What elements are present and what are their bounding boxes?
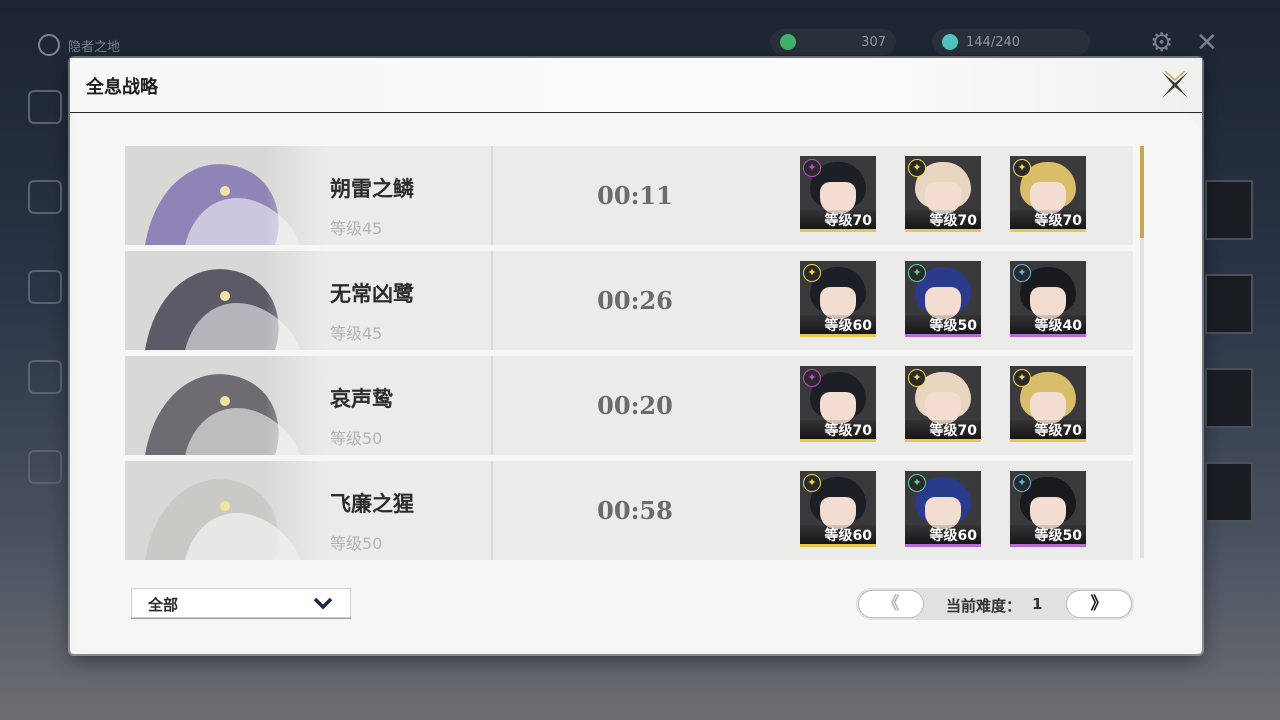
- background-slot: [1205, 462, 1253, 522]
- spectro-element-icon: ✦: [908, 159, 926, 177]
- rarity-bar: [905, 229, 981, 232]
- side-icon: [28, 180, 62, 214]
- boss-name: 哀声鸷: [330, 387, 393, 411]
- aero-element-icon: ✦: [908, 474, 926, 492]
- background-slot: [1205, 274, 1253, 334]
- side-icon: [28, 360, 62, 394]
- difficulty-pager: 《 当前难度： 1 》: [856, 588, 1134, 620]
- clear-time: 00:58: [597, 496, 673, 525]
- aero-element-icon: ✦: [908, 264, 926, 282]
- boss-portrait: [125, 251, 325, 350]
- stamina-resource: 144/240: [932, 29, 1090, 55]
- coin-resource: 307: [770, 29, 896, 55]
- boss-level: 等级50: [330, 429, 383, 448]
- rarity-bar: [800, 334, 876, 337]
- row-divider: [491, 251, 493, 350]
- region-icon: [38, 34, 60, 56]
- rarity-bar: [800, 439, 876, 442]
- background-side-icons: [28, 90, 68, 540]
- filter-dropdown[interactable]: 全部: [131, 588, 351, 618]
- filter-selected-label: 全部: [148, 596, 179, 614]
- team-character-card[interactable]: ✦ 等级70: [905, 156, 981, 232]
- close-x-icon[interactable]: [1156, 66, 1194, 104]
- rarity-bar: [905, 544, 981, 547]
- side-icon: [28, 270, 62, 304]
- spectro-element-icon: ✦: [803, 264, 821, 282]
- glacio-element-icon: ✦: [1013, 474, 1031, 492]
- background-slot: [1205, 180, 1253, 240]
- team-character-card[interactable]: ✦ 等级60: [800, 471, 876, 547]
- background-close-icon: ✕: [1196, 28, 1218, 58]
- boss-name: 无常凶鹭: [330, 282, 414, 306]
- settings-icon: ⚙: [1150, 28, 1174, 58]
- boss-name: 飞廉之猩: [330, 492, 414, 516]
- boss-level: 等级50: [330, 534, 383, 553]
- row-divider: [491, 146, 493, 245]
- difficulty-label: 当前难度：: [946, 597, 1022, 615]
- spectro-element-icon: ✦: [908, 369, 926, 387]
- clear-time: 00:26: [597, 286, 673, 315]
- boss-record-row[interactable]: 飞廉之猩等级50 00:58 ✦ 等级60 ✦ 等级60 ✦ 等级50: [125, 461, 1133, 560]
- chevron-down-icon: [312, 593, 334, 613]
- team-character-card[interactable]: ✦ 等级40: [1010, 261, 1086, 337]
- boss-portrait: [125, 146, 325, 245]
- electro-element-icon: ✦: [803, 369, 821, 387]
- clear-time: 00:11: [597, 181, 673, 210]
- coin-value: 307: [861, 34, 886, 50]
- rarity-bar: [1010, 439, 1086, 442]
- rarity-bar: [800, 544, 876, 547]
- prev-difficulty-button[interactable]: 《: [858, 590, 924, 618]
- side-icon: [28, 90, 62, 124]
- team-character-card[interactable]: ✦ 等级70: [800, 366, 876, 442]
- rarity-bar: [905, 334, 981, 337]
- background-right-strip: [1205, 180, 1265, 640]
- team-character-card[interactable]: ✦ 等级50: [1010, 471, 1086, 547]
- scrollbar[interactable]: [1140, 146, 1144, 558]
- team-character-card[interactable]: ✦ 等级70: [905, 366, 981, 442]
- spectro-element-icon: ✦: [1013, 369, 1031, 387]
- stamina-icon: [942, 34, 958, 50]
- team-character-card[interactable]: ✦ 等级60: [905, 471, 981, 547]
- spectro-element-icon: ✦: [803, 474, 821, 492]
- side-icon: [28, 450, 62, 484]
- team-character-card[interactable]: ✦ 等级50: [905, 261, 981, 337]
- panel-header: 全息战略: [70, 58, 1202, 113]
- next-difficulty-button[interactable]: 》: [1066, 590, 1132, 618]
- coin-icon: [780, 34, 796, 50]
- team-character-card[interactable]: ✦ 等级60: [800, 261, 876, 337]
- scrollbar-thumb[interactable]: [1140, 146, 1144, 238]
- rarity-bar: [905, 439, 981, 442]
- boss-portrait: [125, 356, 325, 455]
- boss-name: 朔雷之鳞: [330, 177, 414, 201]
- row-divider: [491, 356, 493, 455]
- background-hud: 隐者之地 307 144/240 ⚙ ✕: [0, 0, 1280, 60]
- rarity-bar: [800, 229, 876, 232]
- boss-record-row[interactable]: 哀声鸷等级50 00:20 ✦ 等级70 ✦ 等级70 ✦ 等级70: [125, 356, 1133, 455]
- background-title: 隐者之地: [38, 34, 120, 56]
- stamina-value: 144/240: [966, 34, 1021, 50]
- team-character-card[interactable]: ✦ 等级70: [1010, 366, 1086, 442]
- boss-level: 等级45: [330, 219, 383, 238]
- electro-element-icon: ✦: [803, 159, 821, 177]
- panel-title: 全息战略: [86, 77, 158, 98]
- holographic-strategy-panel: 全息战略 朔雷之鳞 等级45 00:11 ✦ 等级70 ✦ 等级70 ✦ 等级70 无常凶鹭 等级4…: [70, 58, 1202, 654]
- background-slot: [1205, 368, 1253, 428]
- background-title-text: 隐者之地: [68, 39, 121, 55]
- rarity-bar: [1010, 229, 1086, 232]
- boss-portrait: [125, 461, 325, 560]
- rarity-bar: [1010, 544, 1086, 547]
- boss-level: 等级45: [330, 324, 383, 343]
- clear-time: 00:20: [597, 391, 673, 420]
- team-character-card[interactable]: ✦ 等级70: [800, 156, 876, 232]
- boss-record-row[interactable]: 无常凶鹭等级45 00:26 ✦ 等级60 ✦ 等级50 ✦ 等级40: [125, 251, 1133, 350]
- spectro-element-icon: ✦: [1013, 159, 1031, 177]
- rarity-bar: [1010, 334, 1086, 337]
- row-divider: [491, 461, 493, 560]
- team-character-card[interactable]: ✦ 等级70: [1010, 156, 1086, 232]
- difficulty-value: 1: [1032, 595, 1043, 613]
- glacio-element-icon: ✦: [1013, 264, 1031, 282]
- boss-record-row[interactable]: 朔雷之鳞等级45 00:11 ✦ 等级70 ✦ 等级70 ✦ 等级70: [125, 146, 1133, 245]
